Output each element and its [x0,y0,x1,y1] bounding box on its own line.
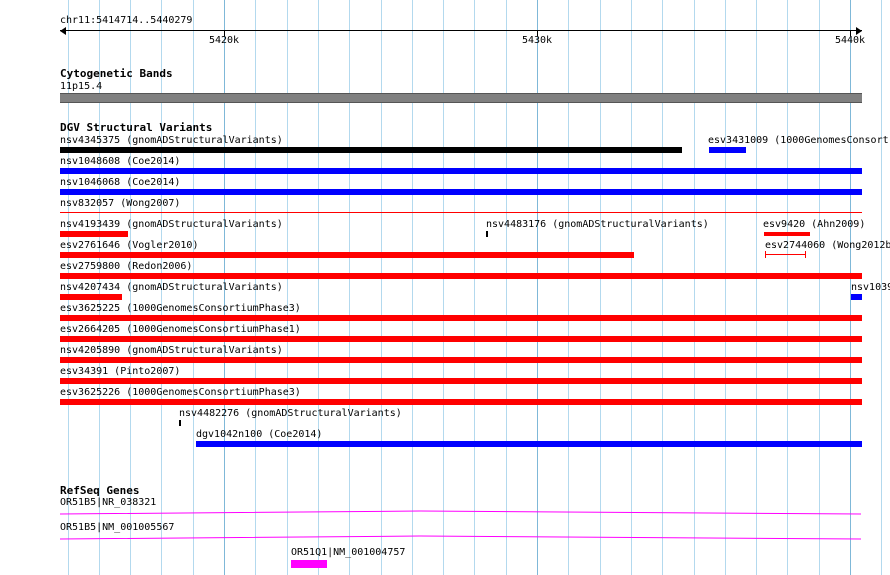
variant-bar[interactable] [60,399,862,405]
variant-bar[interactable] [60,212,862,213]
gene-label: OR51Q1|NM_001004757 [291,547,406,558]
gene-intron-line[interactable] [60,506,862,516]
grid-line [443,0,444,575]
region-label: chr11:5414714..5440279 [60,15,193,26]
variant-label: dgv1042n100 (Coe2014) [196,429,323,440]
variant-label: esv2759800 (Redon2006) [60,261,193,272]
grid-line [318,0,319,575]
variant-label: nsv4205890 (gnomADStructuralVariants) [60,345,283,356]
dgv-track-title[interactable]: DGV Structural Variants [60,121,212,134]
variant-bar[interactable] [179,420,181,426]
variant-label: nsv1039 [851,282,890,293]
variant-label: nsv4483176 (gnomADStructuralVariants) [486,219,709,230]
grid-line [662,0,663,575]
variant-label: nsv1046068 (Coe2014) [60,177,181,188]
variant-bar-end-cap [805,251,806,258]
ruler-right-arrow-icon [856,27,862,35]
variant-label: nsv4193439 (gnomADStructuralVariants) [60,219,283,230]
variant-bar[interactable] [60,336,862,342]
grid-line [474,0,475,575]
variant-bar[interactable] [196,441,862,447]
grid-line [568,0,569,575]
variant-label: esv34391 (Pinto2007) [60,366,181,377]
grid-line [756,0,757,575]
grid-line [412,0,413,575]
gene-intron-line[interactable] [60,531,862,541]
variant-label: esv2664205 (1000GenomesConsortiumPhase1) [60,324,301,335]
variant-label: esv2744060 (Wong2012b [765,240,890,251]
variant-bar[interactable] [60,189,862,195]
grid-line [631,0,632,575]
grid-line [600,0,601,575]
variant-bar[interactable] [486,231,488,237]
variant-bar[interactable] [765,254,806,255]
variant-bar[interactable] [60,357,862,363]
grid-line [819,0,820,575]
grid-line [349,0,350,575]
grid-line [694,0,695,575]
cytoband-track-title[interactable]: Cytogenetic Bands [60,67,173,80]
variant-label: esv2761646 (Vogler2010) [60,240,199,251]
variant-bar[interactable] [60,273,862,279]
variant-bar[interactable] [60,168,862,174]
variant-label: esv9420 (Ahn2009) [763,219,866,230]
ruler-left-arrow-icon [60,27,66,35]
grid-line [506,0,507,575]
gene-exon[interactable] [291,560,327,568]
variant-bar[interactable] [60,147,682,153]
variant-label: esv3625225 (1000GenomesConsortiumPhase3) [60,303,301,314]
grid-line [287,0,288,575]
variant-bar[interactable] [851,294,862,300]
ruler-tick-label: 5420k [208,35,240,46]
gene-label: OR51B5|NM_001005567 [60,522,175,533]
grid-line [381,0,382,575]
grid-line [537,0,538,575]
ruler-tick-label: 5440k [834,35,866,46]
variant-bar[interactable] [60,252,634,258]
ruler-line [60,30,862,31]
variant-label: esv3431009 (1000GenomesConsort [708,135,889,146]
variant-label: nsv4482276 (gnomADStructuralVariants) [179,408,402,419]
variant-bar[interactable] [60,378,862,384]
variant-bar[interactable] [764,232,810,236]
gene-label: OR51B5|NR_038321 [60,497,157,508]
ruler-tick-label: 5430k [521,35,553,46]
cytoband-label: 11p15.4 [60,81,103,92]
variant-label: esv3625226 (1000GenomesConsortiumPhase3) [60,387,301,398]
variant-bar[interactable] [709,147,746,153]
variant-label: nsv4207434 (gnomADStructuralVariants) [60,282,283,293]
grid-line [725,0,726,575]
variant-bar[interactable] [60,231,128,237]
cytoband-bar[interactable] [60,93,862,103]
variant-label: nsv832057 (Wong2007) [60,198,181,209]
variant-label: nsv1048608 (Coe2014) [60,156,181,167]
variant-bar[interactable] [60,315,862,321]
variant-bar[interactable] [60,294,122,300]
grid-line [787,0,788,575]
variant-bar-end-cap [765,251,766,258]
variant-label: nsv4345375 (gnomADStructuralVariants) [60,135,283,146]
refseq-track-title[interactable]: RefSeq Genes [60,484,139,497]
